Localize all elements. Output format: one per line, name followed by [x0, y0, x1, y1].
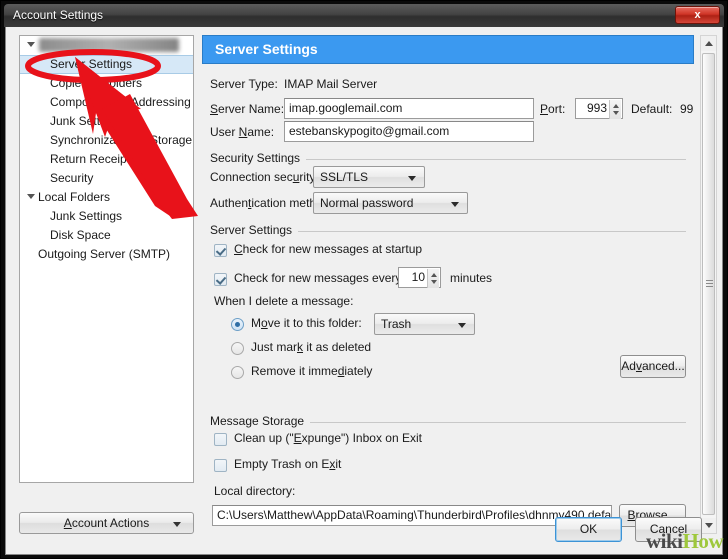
sidebar-item-account[interactable] — [20, 36, 193, 55]
default-port-value: 993 — [680, 102, 694, 116]
scrollbar-grip-icon — [706, 280, 713, 288]
title-bar: Account Settings x — [4, 4, 724, 27]
auth-method-select[interactable]: Normal password — [313, 192, 468, 214]
sidebar-item-junk-settings[interactable]: Junk Settings — [20, 112, 193, 131]
account-actions-button[interactable]: Account Actions — [19, 512, 194, 534]
user-name-input[interactable]: estebanskypogito@gmail.com — [284, 121, 534, 142]
radio-move-to-folder[interactable] — [231, 318, 244, 331]
twisty-expanded-icon[interactable] — [27, 194, 35, 199]
dialog-body: Server Settings Copies & Folders Compositi… — [5, 27, 723, 555]
radio-move-to-folder-label: Move it to this folder: — [251, 316, 362, 330]
content-scrollbar[interactable] — [700, 35, 717, 534]
account-actions-label: Account Actions — [63, 516, 150, 530]
port-value: 993 — [586, 101, 607, 115]
wikihow-watermark: wikiHow — [645, 529, 724, 553]
sidebar-item-return-receipts[interactable]: Return Receipts — [20, 150, 193, 169]
port-label: Port: — [540, 102, 566, 116]
sidebar-item-label: Return Receipts — [50, 152, 137, 166]
sidebar-item-label: Outgoing Server (SMTP) — [38, 247, 171, 261]
settings-tree[interactable]: Server Settings Copies & Folders Compositi… — [19, 35, 194, 483]
trash-folder-select[interactable]: Trash — [374, 313, 475, 335]
scrollbar-thumb[interactable] — [702, 53, 715, 515]
message-storage-title: Message Storage — [210, 414, 311, 428]
sidebar-item-label: Composition & Addressing — [50, 95, 191, 109]
connection-security-label: Connection security: — [210, 170, 319, 184]
minutes-label: minutes — [450, 271, 493, 285]
delete-message-heading: When I delete a message: — [214, 294, 354, 308]
sidebar-item-composition-addressing[interactable]: Composition & Addressing — [20, 93, 193, 112]
sidebar-item-server-settings[interactable]: Server Settings — [20, 55, 193, 74]
window-title: Account Settings — [13, 8, 104, 22]
sidebar-item-junk-settings[interactable]: Junk Settings — [20, 207, 193, 226]
chevron-down-icon — [408, 176, 416, 181]
sidebar-item-label: Server Settings — [50, 57, 133, 71]
check-startup-label: Check for new messages at startup — [234, 242, 423, 256]
chevron-down-icon — [173, 522, 181, 527]
twisty-expanded-icon[interactable] — [27, 42, 35, 47]
server-settings-title: Server Settings — [210, 223, 299, 237]
sidebar-item-outgoing-server-smtp[interactable]: Outgoing Server (SMTP) — [20, 245, 193, 264]
empty-trash-checkbox[interactable] — [214, 459, 227, 472]
cleanup-expunge-checkbox[interactable] — [214, 433, 227, 446]
chevron-down-icon — [458, 323, 466, 328]
radio-remove-immediately[interactable] — [231, 366, 244, 379]
empty-trash-label: Empty Trash on Exit — [234, 457, 342, 471]
chevron-down-icon — [451, 202, 459, 207]
connection-security-value: SSL/TLS — [320, 170, 369, 184]
radio-remove-immediately-label: Remove it immediately — [251, 364, 373, 378]
watermark-part2: How — [682, 529, 724, 553]
sidebar-item-label: Copies & Folders — [50, 76, 143, 90]
advanced-label: Advanced... — [621, 359, 685, 373]
check-every-checkbox[interactable] — [214, 273, 227, 286]
server-type-label: Server Type: — [210, 77, 278, 91]
ok-button[interactable]: OK — [555, 517, 622, 542]
port-input[interactable]: 993 — [575, 98, 623, 119]
account-settings-window: Account Settings x Server Settings Copies… — [0, 0, 728, 559]
spinner-arrows-icon[interactable] — [609, 100, 621, 119]
sidebar-item-label: Synchronization & Storage — [50, 133, 193, 147]
sidebar-item-disk-space[interactable]: Disk Space — [20, 226, 193, 245]
cleanup-expunge-label: Clean up ("Expunge") Inbox on Exit — [234, 431, 422, 445]
close-icon[interactable]: x — [675, 6, 720, 24]
scroll-up-icon[interactable] — [701, 36, 716, 51]
sidebar-item-label: Junk Settings — [50, 114, 123, 128]
local-directory-input[interactable]: C:\Users\Matthew\AppData\Roaming\Thunder… — [212, 505, 612, 526]
watermark-part1: wiki — [645, 529, 683, 553]
check-interval-input[interactable]: 10 — [398, 267, 441, 288]
user-name-label: User Name: — [210, 125, 275, 139]
check-every-label: Check for new messages every — [234, 271, 402, 285]
local-directory-label: Local directory: — [214, 484, 296, 498]
sidebar-item-label: Local Folders — [38, 190, 111, 204]
sidebar-item-local-folders[interactable]: Local Folders — [20, 188, 193, 207]
panel-header: Server Settings — [202, 35, 694, 64]
sidebar-item-label: Disk Space — [50, 228, 111, 242]
sidebar-item-label: Junk Settings — [50, 209, 123, 223]
security-settings-title: Security Settings — [210, 151, 307, 165]
sidebar-item-copies-folders[interactable]: Copies & Folders — [20, 74, 193, 93]
radio-mark-deleted-label: Just mark it as deleted — [251, 340, 372, 354]
advanced-button[interactable]: Advanced... — [620, 355, 686, 378]
spinner-arrows-icon[interactable] — [427, 269, 439, 288]
auth-method-value: Normal password — [320, 196, 414, 210]
check-startup-checkbox[interactable] — [214, 244, 227, 257]
server-name-input[interactable]: imap.googlemail.com — [284, 98, 534, 119]
default-port-label: Default: — [631, 102, 673, 116]
connection-security-select[interactable]: SSL/TLS — [313, 166, 425, 188]
sidebar-item-label: Security — [50, 171, 94, 185]
radio-mark-deleted[interactable] — [231, 342, 244, 355]
server-name-label: Server Name: — [210, 102, 285, 116]
check-interval-value: 10 — [411, 270, 425, 284]
sidebar-item-security[interactable]: Security — [20, 169, 193, 188]
redacted-account-name — [39, 38, 179, 52]
server-settings-panel: Server Settings Server Type: IMAP Mail S… — [202, 35, 694, 534]
trash-folder-value: Trash — [381, 317, 412, 331]
sidebar-item-synchronization-storage[interactable]: Synchronization & Storage — [20, 131, 193, 150]
server-type-value: IMAP Mail Server — [284, 77, 378, 91]
